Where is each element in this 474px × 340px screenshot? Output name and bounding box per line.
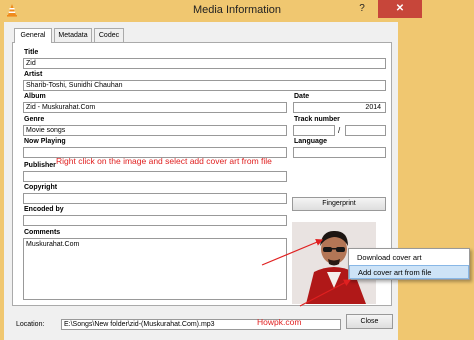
copyright-label: Copyright (24, 184, 58, 191)
track-total-field[interactable] (345, 125, 386, 136)
download-cover-art-item[interactable]: Download cover art (349, 251, 469, 265)
context-menu: Download cover art Add cover art from fi… (348, 248, 470, 280)
artist-label: Artist (24, 71, 43, 78)
now-playing-label: Now Playing (24, 138, 66, 145)
fingerprint-button[interactable]: Fingerprint (292, 197, 386, 211)
publisher-field[interactable] (23, 171, 287, 182)
encoded-by-label: Encoded by (24, 206, 64, 213)
title-bar: Media Information ? ✕ (0, 0, 474, 22)
encoded-by-field[interactable] (23, 215, 287, 226)
help-button[interactable]: ? (350, 0, 374, 18)
album-label: Album (24, 93, 46, 100)
tab-general[interactable]: General (14, 28, 52, 43)
genre-field[interactable]: Movie songs (23, 125, 287, 136)
language-label: Language (294, 138, 328, 145)
track-number-field[interactable] (293, 125, 335, 136)
date-label: Date (294, 93, 310, 100)
comments-field[interactable]: Muskurahat.Com (23, 238, 287, 300)
language-field[interactable] (293, 147, 386, 158)
genre-label: Genre (24, 116, 45, 123)
close-button[interactable]: Close (346, 314, 393, 329)
watermark-text: Howpk.com (257, 317, 302, 327)
add-cover-art-from-file-item[interactable]: Add cover art from file (349, 265, 469, 279)
window-frame-right (396, 22, 474, 340)
copyright-field[interactable] (23, 193, 287, 204)
instruction-annotation: Right click on the image and select add … (56, 156, 272, 166)
title-label: Title (24, 49, 39, 56)
location-label: Location: (16, 321, 45, 328)
publisher-label: Publisher (24, 162, 56, 169)
track-number-label: Track number (294, 116, 340, 123)
date-field[interactable]: 2014 (293, 102, 386, 113)
album-field[interactable]: Zid - Muskurahat.Com (23, 102, 287, 113)
dialog-body: General Metadata Codec Title Zid Artist … (0, 22, 398, 340)
comments-label: Comments (24, 229, 61, 236)
title-field[interactable]: Zid (23, 58, 386, 69)
artist-field[interactable]: Sharib-Toshi, Sunidhi Chauhan (23, 80, 386, 91)
window-close-button[interactable]: ✕ (378, 0, 422, 18)
tab-metadata[interactable]: Metadata (54, 28, 92, 42)
track-separator: / (338, 126, 341, 135)
tab-codec[interactable]: Codec (94, 28, 124, 42)
